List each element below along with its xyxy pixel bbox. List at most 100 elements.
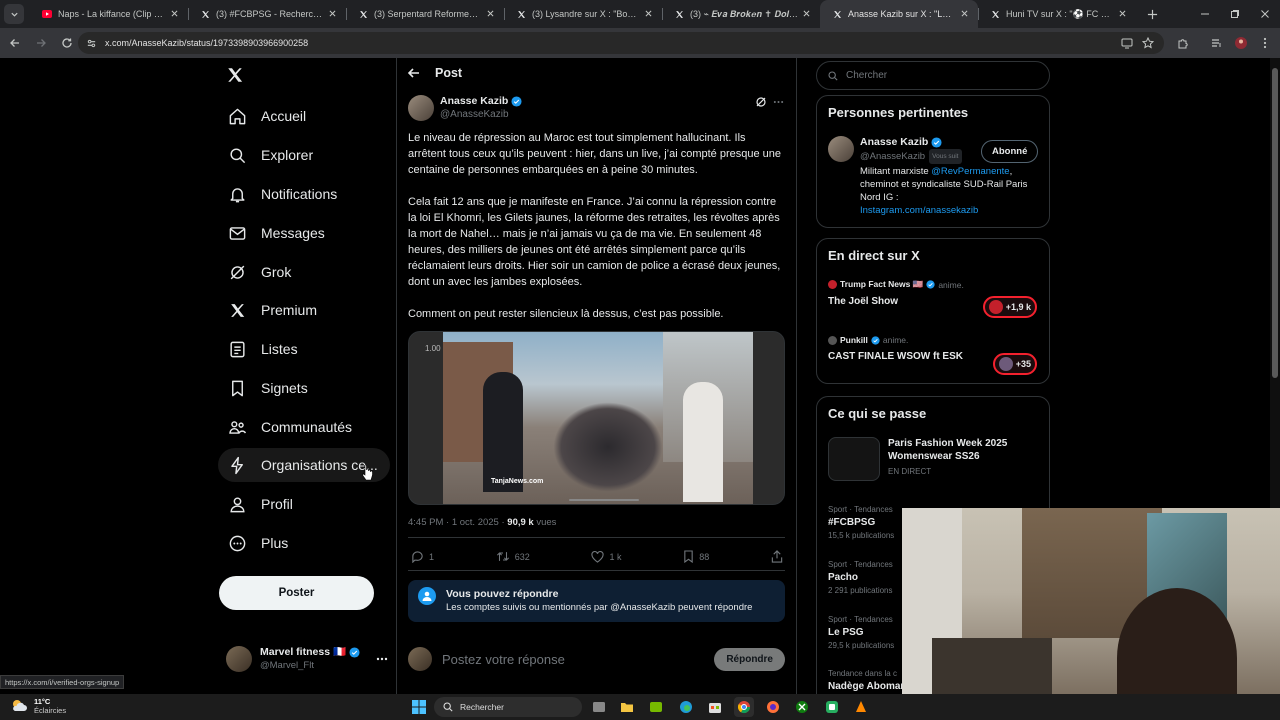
search-box[interactable]: Chercher: [816, 61, 1050, 90]
browser-tab[interactable]: Huni TV sur X : "⚽ FC BARCEL: [978, 0, 1136, 28]
chat-app[interactable]: [822, 697, 842, 717]
cast-button[interactable]: [1116, 32, 1138, 54]
nvidia-app[interactable]: [646, 697, 666, 717]
nav-item[interactable]: Messages: [218, 216, 335, 250]
nav-item[interactable]: Profil: [218, 487, 303, 521]
forward-button[interactable]: [30, 32, 52, 54]
taskbar-search[interactable]: Rechercher: [434, 697, 582, 717]
browser-tab[interactable]: (3) ⌁ 𝑬𝒗𝒂 𝑩𝒓𝒐𝒌𝒆𝒏 ✝ 𝑫𝒐𝒍𝒍 ⌁ sur: [662, 0, 820, 28]
grok-button[interactable]: [755, 96, 767, 108]
browser-menu-button[interactable]: [1254, 32, 1276, 54]
nav-item[interactable]: Grok: [218, 255, 301, 289]
x-logo[interactable]: [226, 66, 244, 84]
nav-item-label: Premium: [261, 302, 318, 318]
nav-item[interactable]: Communautés: [218, 410, 362, 444]
trend-count: 15,5 k publications: [828, 531, 895, 540]
reload-button[interactable]: [56, 32, 78, 54]
post-button[interactable]: Poster: [219, 576, 374, 610]
bio-link[interactable]: Instagram.com/anassekazib: [860, 205, 978, 216]
trend-category: Sport · Tendances: [828, 615, 893, 624]
close-window-button[interactable]: [1250, 0, 1280, 28]
nav-item[interactable]: Notifications: [218, 177, 347, 211]
live-listeners-pill[interactable]: +35: [992, 353, 1037, 375]
browser-tab[interactable]: (3) Serpentard Reformed 🐍 (@: [346, 0, 504, 28]
media-controls-button[interactable]: [1206, 32, 1228, 54]
featured-event[interactable]: Paris Fashion Week 2025 Womenswear SS26 …: [828, 437, 1028, 481]
reply-action[interactable]: 1: [411, 550, 434, 563]
bio-mention-link[interactable]: @RevPermanente: [931, 166, 1009, 177]
close-tab-icon[interactable]: [1117, 8, 1128, 19]
tab-search-button[interactable]: [4, 4, 24, 24]
share-action[interactable]: [771, 550, 783, 563]
bookmark-action[interactable]: 88: [683, 550, 709, 563]
scrollbar-thumb[interactable]: [1272, 68, 1278, 378]
trend-item[interactable]: Sport · Tendances Pacho 2 291 publications: [828, 560, 893, 595]
browser-tab[interactable]: Naps - La kiffance (Clip Officiel): [30, 0, 188, 28]
video-speed[interactable]: 1.00: [425, 344, 441, 353]
live-listeners-pill[interactable]: +1,9 k: [982, 296, 1037, 318]
close-tab-icon[interactable]: [485, 8, 496, 19]
edge-app[interactable]: [676, 697, 696, 717]
profile-button[interactable]: [1230, 32, 1252, 54]
trend-item[interactable]: Sport · Tendances #FCBPSG 15,5 k publicati…: [828, 505, 894, 540]
close-tab-icon[interactable]: [643, 8, 654, 19]
like-action[interactable]: 1 k: [591, 550, 622, 563]
maximize-button[interactable]: [1220, 0, 1250, 28]
nav-item-label: Communautés: [261, 419, 353, 435]
close-tab-icon[interactable]: [959, 8, 970, 19]
firefox-app[interactable]: [763, 697, 783, 717]
file-explorer-app[interactable]: [617, 697, 637, 717]
minimize-button[interactable]: [1190, 0, 1220, 28]
following-button[interactable]: Abonné: [981, 140, 1039, 163]
nav-item[interactable]: Premium: [218, 293, 327, 327]
extensions-button[interactable]: [1172, 32, 1194, 54]
start-button[interactable]: [409, 697, 429, 717]
link-status-bar: https://x.com/i/verified-orgs-signup: [0, 675, 125, 689]
reply-input[interactable]: Postez votre réponse: [442, 652, 704, 667]
divider: [408, 570, 785, 571]
new-tab-button[interactable]: [1140, 2, 1164, 26]
close-tab-icon[interactable]: [327, 8, 338, 19]
trend-name: Pacho: [828, 572, 859, 583]
nav-item[interactable]: Signets: [218, 371, 318, 405]
post-timestamp[interactable]: 4:45 PM · 1 oct. 2025 ·: [408, 517, 507, 528]
vlc-app[interactable]: [851, 697, 871, 717]
divider: [408, 537, 785, 538]
reply-submit-button[interactable]: Répondre: [714, 647, 785, 671]
nav-item[interactable]: Listes: [218, 332, 308, 366]
chrome-app[interactable]: [734, 697, 754, 717]
post-more-button[interactable]: [773, 100, 784, 104]
back-button[interactable]: [4, 32, 26, 54]
post-author[interactable]: Anasse Kazib @AnasseKazib: [408, 95, 522, 121]
video-progress[interactable]: [569, 499, 639, 501]
nav-item[interactable]: Accueil: [218, 99, 316, 133]
address-bar[interactable]: x.com/AnasseKazib/status/197339890396690…: [78, 32, 1164, 54]
author-avatar[interactable]: [408, 95, 434, 121]
trend-item[interactable]: Sport · Tendances Le PSG 29,5 k publicatio…: [828, 615, 894, 650]
author-name[interactable]: Anasse Kazib: [440, 95, 508, 108]
back-arrow-icon[interactable]: [407, 66, 421, 80]
task-view-button[interactable]: [589, 697, 609, 717]
nav-item[interactable]: Explorer: [218, 138, 323, 172]
author-handle[interactable]: @AnasseKazib: [440, 108, 522, 121]
browser-tab[interactable]: Anasse Kazib sur X : "Le niveau: [820, 0, 978, 28]
relevant-person[interactable]: Anasse Kazib @AnasseKazib Vous suit: [828, 136, 962, 164]
relevant-name[interactable]: Anasse Kazib: [860, 136, 928, 149]
nav-item[interactable]: Plus: [218, 526, 298, 560]
trend-item[interactable]: Tendance dans la c Nadège Abomang: [828, 669, 913, 695]
star-icon: [1142, 37, 1154, 49]
weather-widget[interactable]: 11°C Éclaircies: [10, 697, 66, 715]
post-video[interactable]: TanjaNews.com 1.00: [408, 331, 785, 505]
browser-tab[interactable]: (3) #FCBPSG - Recherche / X: [188, 0, 346, 28]
bookmark-star-button[interactable]: [1137, 32, 1159, 54]
close-tab-icon[interactable]: [169, 8, 180, 19]
relevant-avatar[interactable]: [828, 136, 854, 162]
xbox-app[interactable]: [792, 697, 812, 717]
account-switcher[interactable]: Marvel fitness 🇫🇷 @Marvel_Flt: [226, 642, 388, 676]
verified-badge-icon: [511, 96, 522, 107]
reply-permission-notice: Vous pouvez répondre Les comptes suivis …: [408, 580, 785, 622]
store-app[interactable]: [705, 697, 725, 717]
browser-tab[interactable]: (3) Lysandre sur X : "Bonjour M: [504, 0, 662, 28]
close-tab-icon[interactable]: [801, 8, 812, 19]
repost-action[interactable]: 632: [496, 550, 530, 563]
